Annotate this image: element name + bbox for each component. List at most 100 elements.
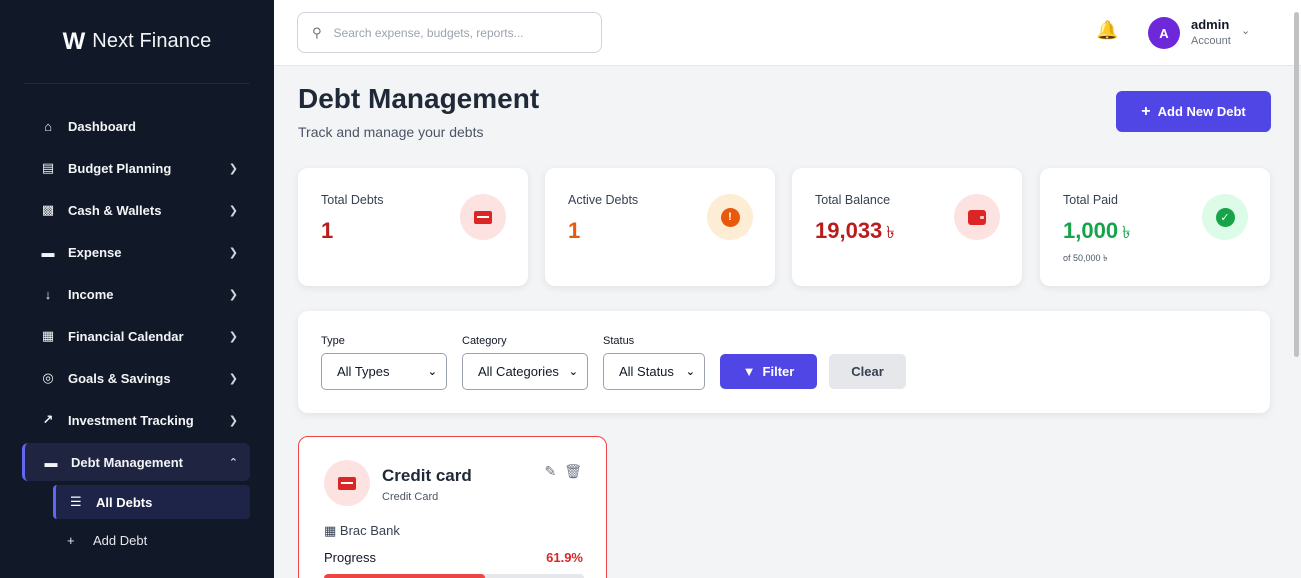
money-icon: ▩ xyxy=(41,202,55,217)
funnel-icon: ▼ xyxy=(742,364,756,379)
stat-number: 1 xyxy=(568,218,581,243)
filter-status-value: All Status xyxy=(619,364,674,379)
chevron-up-icon: ⌃ xyxy=(228,456,238,469)
chevron-down-icon: ❯ xyxy=(228,288,238,301)
debt-icon-bubble xyxy=(324,460,370,506)
sidebar-item-expense[interactable]: ▬ Expense ❯ xyxy=(22,231,250,273)
sidebar-item-label: Cash & Wallets xyxy=(68,202,162,218)
user-menu[interactable]: admin Account xyxy=(1191,17,1231,47)
filter-status-select[interactable]: All Status ⌄ xyxy=(603,353,705,390)
user-name: admin xyxy=(1191,17,1230,32)
sidebar-nav: ⌂ Dashboard ▤ Budget Planning ❯ ▩ Cash &… xyxy=(22,105,250,557)
sidebar-item-debt-management[interactable]: ▬ Debt Management ⌃ xyxy=(22,443,250,481)
chevron-down-icon: ⌄ xyxy=(427,366,437,378)
filter-category-value: All Categories xyxy=(478,364,559,379)
debt-card[interactable]: Credit card Credit Card ✎ 🗑 ▦ Brac Bank … xyxy=(298,436,607,578)
stat-number: 19,033 xyxy=(815,218,883,243)
debt-lender: ▦ Brac Bank xyxy=(324,523,400,539)
page-subtitle: Track and manage your debts xyxy=(298,124,484,140)
stat-icon-bubble xyxy=(954,194,1000,240)
filter-button[interactable]: ▼ Filter xyxy=(720,354,817,389)
stat-value: 1,000 ৳ xyxy=(1063,218,1131,248)
filter-status-label: Status xyxy=(603,335,635,347)
sidebar-item-label: Expense xyxy=(68,244,122,260)
progress-label: Progress xyxy=(324,550,377,565)
sidebar-item-investment-tracking[interactable]: ↗ Investment Tracking ❯ xyxy=(22,399,250,441)
wallet-icon: ▤ xyxy=(41,160,55,175)
filter-category-select[interactable]: All Categories ⌄ xyxy=(462,353,588,390)
stat-label: Total Balance xyxy=(815,193,891,207)
sidebar-subitem-all-debts[interactable]: ☰ All Debts xyxy=(53,485,250,519)
stat-label: Total Paid xyxy=(1063,193,1118,207)
sidebar-subitem-label: Add Debt xyxy=(93,532,148,548)
sidebar-item-label: Budget Planning xyxy=(68,160,172,176)
chart-line-icon: ↗ xyxy=(42,412,54,427)
brand-name: Next Finance xyxy=(92,30,212,52)
target-icon: ◎ xyxy=(42,370,54,385)
list-icon: ☰ xyxy=(70,494,82,509)
sidebar: W Next Finance ⌂ Dashboard ▤ Budget Plan… xyxy=(0,0,274,578)
sidebar-subitem-label: All Debts xyxy=(96,494,153,510)
credit-card-icon: ▬ xyxy=(44,454,58,470)
chevron-down-icon: ❯ xyxy=(228,162,238,175)
filter-category-group: Category All Categories ⌄ xyxy=(462,335,588,390)
stat-icon-bubble xyxy=(460,194,506,240)
chevron-down-icon[interactable]: ⌄ xyxy=(1241,24,1250,37)
search-input[interactable] xyxy=(333,25,564,40)
plus-icon: + xyxy=(67,532,75,548)
building-icon: ▦ xyxy=(324,523,337,538)
sidebar-item-cash-wallets[interactable]: ▩ Cash & Wallets ❯ xyxy=(22,189,250,231)
add-new-debt-label: Add New Debt xyxy=(1157,104,1246,119)
search-box[interactable]: ⚲ xyxy=(297,12,602,53)
arrow-down-icon: ↓ xyxy=(44,286,52,302)
chevron-down-icon: ❯ xyxy=(228,204,238,217)
sidebar-subitem-add-debt[interactable]: + Add Debt xyxy=(53,523,250,557)
home-icon: ⌂ xyxy=(44,118,52,134)
sidebar-item-dashboard[interactable]: ⌂ Dashboard xyxy=(22,105,250,147)
debt-type: Credit Card xyxy=(382,491,439,503)
exclamation-circle-icon: ! xyxy=(720,207,740,227)
clear-button[interactable]: Clear xyxy=(829,354,906,389)
chevron-down-icon: ❯ xyxy=(228,330,238,343)
stat-currency: ৳ xyxy=(1122,223,1131,242)
check-circle-icon: ✓ xyxy=(1215,207,1235,227)
plus-icon: + xyxy=(1141,102,1151,120)
add-new-debt-button[interactable]: + Add New Debt xyxy=(1116,91,1271,132)
chevron-down-icon: ⌄ xyxy=(685,366,695,378)
credit-card-icon xyxy=(338,476,356,490)
page-scrollbar[interactable] xyxy=(1294,12,1299,357)
sidebar-item-income[interactable]: ↓ Income ❯ xyxy=(22,273,250,315)
stat-value: 1 xyxy=(321,218,333,244)
stat-number: 1,000 xyxy=(1063,218,1119,243)
sidebar-item-goals-savings[interactable]: ◎ Goals & Savings ❯ xyxy=(22,357,250,399)
trash-icon[interactable]: 🗑 xyxy=(564,463,582,480)
filter-type-select[interactable]: All Types ⌄ xyxy=(321,353,447,390)
stat-icon-bubble: ✓ xyxy=(1202,194,1248,240)
page-title: Debt Management xyxy=(298,83,540,114)
sidebar-item-label: Goals & Savings xyxy=(68,370,171,386)
topbar: ⚲ 🔔 A admin Account ⌄ xyxy=(274,0,1301,66)
stat-value: 1 xyxy=(568,218,580,244)
stat-card-total-paid: Total Paid 1,000 ৳ of 50,000 ৳ ✓ xyxy=(1040,168,1270,286)
sidebar-item-label: Debt Management xyxy=(71,454,183,470)
debt-lender-name: Brac Bank xyxy=(339,523,400,538)
bell-icon[interactable]: 🔔 xyxy=(1096,20,1118,41)
stat-currency: ৳ xyxy=(886,223,895,242)
filter-category-label: Category xyxy=(462,335,507,347)
edit-icon[interactable]: ✎ xyxy=(544,463,556,480)
stat-card-active-debts: Active Debts 1 ! xyxy=(545,168,775,286)
filter-panel: Type All Types ⌄ Category All Categories… xyxy=(298,311,1270,413)
chevron-down-icon: ❯ xyxy=(228,372,238,385)
avatar[interactable]: A xyxy=(1148,17,1180,49)
sidebar-item-financial-calendar[interactable]: ▦ Financial Calendar ❯ xyxy=(22,315,250,357)
filter-type-value: All Types xyxy=(337,364,390,379)
debt-actions: ✎ 🗑 xyxy=(544,463,582,480)
sidebar-item-budget-planning[interactable]: ▤ Budget Planning ❯ xyxy=(22,147,250,189)
filter-type-group: Type All Types ⌄ xyxy=(321,335,447,390)
chevron-down-icon: ❯ xyxy=(228,246,238,259)
credit-card-icon: ▬ xyxy=(41,244,55,260)
chevron-down-icon: ❯ xyxy=(228,414,238,427)
filter-status-group: Status All Status ⌄ xyxy=(603,335,705,390)
stat-icon-bubble: ! xyxy=(707,194,753,240)
brand[interactable]: W Next Finance xyxy=(24,0,250,84)
